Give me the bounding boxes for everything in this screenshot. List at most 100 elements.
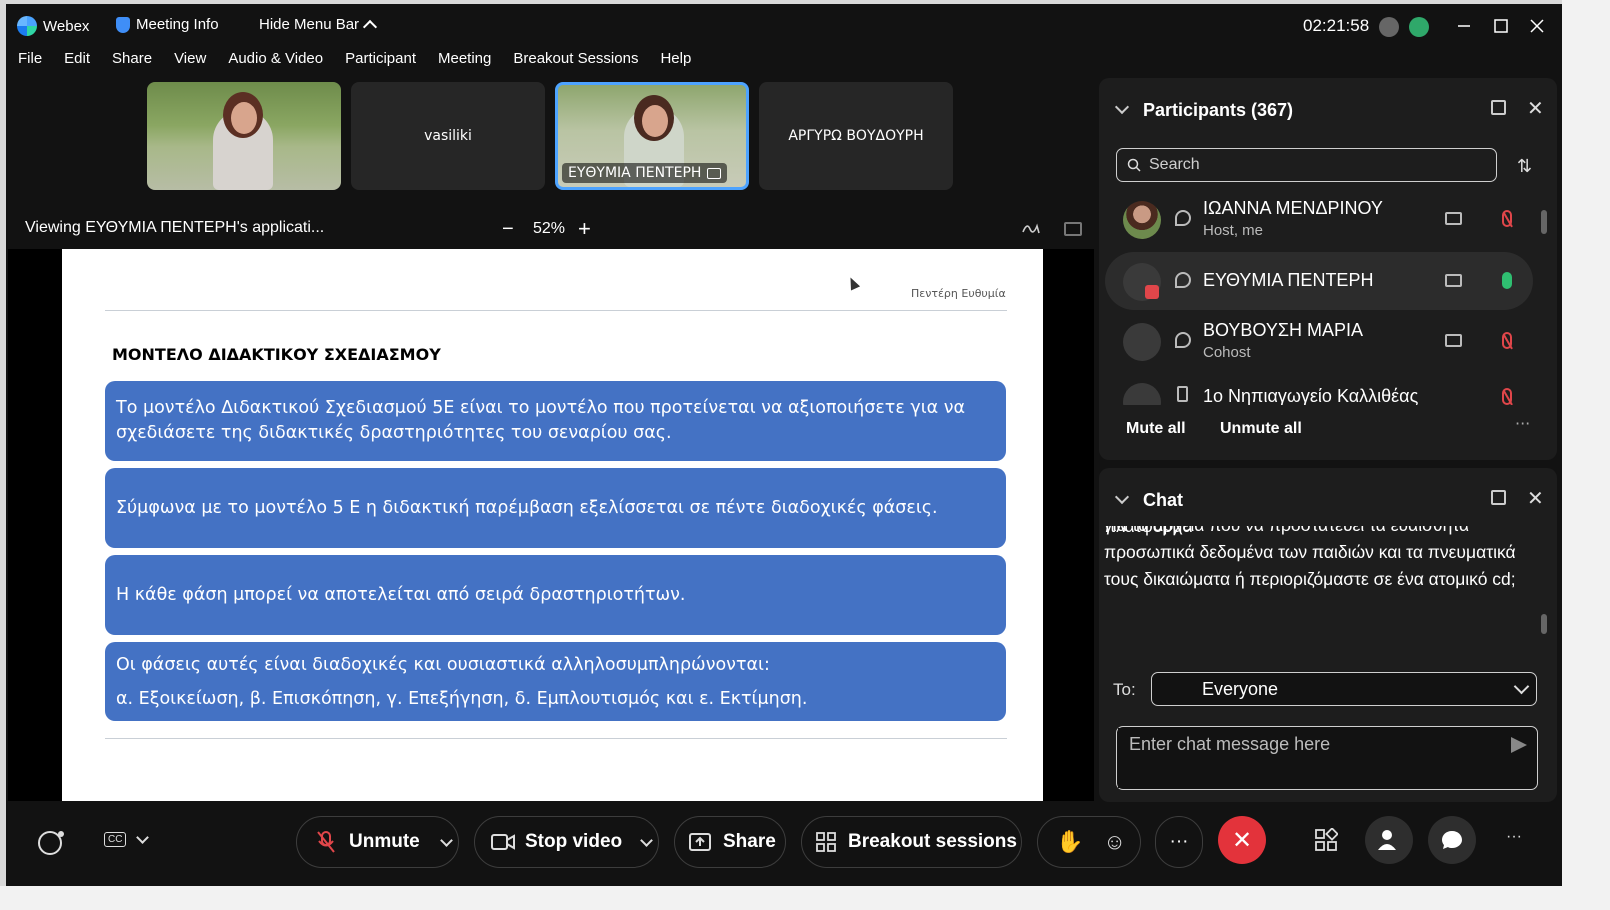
sort-icon[interactable]: ⇅ [1517,156,1532,177]
popout-icon[interactable] [1491,490,1506,505]
slide-text-box: Οι φάσεις αυτές είναι διαδοχικές και ουσ… [105,642,1006,721]
mic-muted-icon[interactable] [1502,332,1512,349]
slide-text-box: Το μοντέλο Διδακτικού Σχεδιασμού 5Ε είνα… [105,381,1006,461]
captions-button[interactable]: CC [104,830,150,847]
participant-name: ΕΥΘΥΜΙΑ ΠΕΝΤΕΡΗ [1203,270,1374,290]
collapse-chevron-icon[interactable] [1114,489,1130,505]
zoom-out-button[interactable]: − [502,218,514,241]
phone-icon [1177,386,1188,402]
zoom-level: 52% [533,220,566,237]
breakout-sessions-button[interactable]: Breakout sessions [801,816,1022,868]
mic-muted-icon[interactable] [1502,388,1512,405]
slide-author: Πεντέρη Ευθυμία [911,287,1006,300]
participant-row[interactable]: ΙΩΑΝΝΑ ΜΕΝΔΡΙΝΟΥ Host, me [1105,190,1533,248]
avatar [1123,323,1161,361]
slide-text: Οι φάσεις αυτές είναι διαδοχικές και ουσ… [116,654,770,675]
unmute-all-button[interactable]: Unmute all [1220,420,1302,438]
webex-window: Webex Meeting Info Hide Menu Bar 02:21:5… [6,4,1562,886]
video-thumbnail[interactable]: vasiliki [351,82,545,190]
chat-input[interactable] [1118,728,1498,788]
chat-input-box[interactable] [1116,726,1538,790]
participant-search[interactable] [1116,148,1497,182]
participant-row[interactable]: ΒΟΥΒΟΥΣΗ ΜΑΡΙΑ Cohost [1105,312,1533,370]
more-options-button[interactable]: ··· [1155,816,1203,868]
mic-on-icon[interactable] [1502,272,1512,289]
participant-role: Cohost [1203,344,1251,361]
headset-icon [1175,272,1191,288]
menu-share[interactable]: Share [99,50,161,76]
title-bar: Webex Meeting Info Hide Menu Bar 02:21:5… [6,4,1562,48]
close-window-icon[interactable] [1525,14,1549,38]
participant-video-face [231,102,257,134]
more-options-button[interactable]: ··· [1515,414,1530,433]
send-icon[interactable] [1511,737,1527,753]
menu-meeting[interactable]: Meeting [425,50,500,76]
slide-text: Σύμφωνα με το μοντέλο 5 Ε η διδακτική πα… [116,497,938,518]
menu-participant[interactable]: Participant [332,50,425,76]
participant-row[interactable]: ΕΥΘΥΜΙΑ ΠΕΝΤΕΡΗ [1105,252,1533,310]
security-key-icon[interactable] [1379,17,1399,37]
minimize-icon[interactable] [1452,14,1476,38]
search-icon [1127,158,1141,172]
camera-icon[interactable] [1445,274,1462,287]
status-ring-icon[interactable] [36,828,66,858]
chat-messages: αξιολόγησης; Υπάρχει ασφαλής ηλεκτρονική… [1099,526,1539,658]
hide-menu-bar-button[interactable]: Hide Menu Bar [259,16,378,35]
chevron-down-icon [439,833,453,847]
participant-name: ΙΩΑΝΝΑ ΜΕΝΔΡΙΝΟΥ [1203,198,1383,218]
search-input[interactable] [1149,156,1469,174]
more-panels-icon[interactable]: ··· [1506,828,1522,846]
camera-icon[interactable] [1445,334,1462,347]
participant-name: 1ο Νηπιαγωγείο Καλλιθέας [1203,386,1419,405]
viewing-label: Viewing ΕΥΘΥΜΙΑ ΠΕΝΤΕΡΗ's applicati... [25,219,325,236]
presentation-slide: Πεντέρη Ευθυμία ΜΟΝΤΕΛΟ ΔΙΔΑΚΤΙΚΟΥ ΣΧΕΔΙ… [62,249,1043,801]
chat-scrollbar-thumb[interactable] [1541,614,1547,634]
video-thumbnail[interactable] [147,82,341,190]
participants-title: Participants (367) [1143,100,1294,120]
collapse-chevron-icon[interactable] [1114,99,1130,115]
slide-divider [105,738,1007,739]
camera-icon [491,834,515,850]
network-stats-icon[interactable] [1409,17,1429,37]
share-button[interactable]: Share [674,816,786,868]
slide-text-box: Η κάθε φάση μπορεί να αποτελείται από σε… [105,555,1006,635]
popout-icon[interactable] [1491,100,1506,115]
camera-icon[interactable] [1445,212,1462,225]
recipient-select[interactable]: Everyone [1151,672,1537,706]
zoom-in-button[interactable]: + [578,216,591,242]
close-icon[interactable]: ✕ [1527,486,1544,510]
menu-edit[interactable]: Edit [51,50,99,76]
raise-hand-icon[interactable]: ✋ [1056,829,1083,855]
video-thumbnail[interactable]: ΑΡΓΥΡΩ ΒΟΥΔΟΥΡΗ [759,82,953,190]
video-thumbnail-active[interactable]: ΕΥΘΥΜΙΑ ΠΕΝΤΕΡΗ [555,82,749,190]
unmute-button[interactable]: Unmute [296,816,459,868]
chat-button[interactable] [1428,816,1476,864]
meeting-info-button[interactable]: Meeting Info [116,16,219,33]
avatar [1123,383,1161,405]
menu-file[interactable]: File [6,50,51,76]
chat-panel: Chat ✕ αξιολόγησης; Υπάρχει ασφαλής ηλεκ… [1099,468,1557,802]
breakout-icon [816,832,836,852]
slide-divider [105,310,1007,311]
participants-button[interactable] [1365,816,1413,864]
screen-options-icon[interactable] [1064,222,1082,236]
to-label: To: [1113,680,1136,699]
participant-scrollbar-thumb[interactable] [1541,210,1547,234]
stop-video-button[interactable]: Stop video [474,816,659,868]
apps-icon[interactable] [1314,828,1338,852]
close-icon[interactable]: ✕ [1527,96,1544,120]
menu-help[interactable]: Help [647,50,700,76]
mic-muted-icon[interactable] [1502,210,1512,227]
annotate-icon[interactable] [1021,220,1041,236]
menu-breakout-sessions[interactable]: Breakout Sessions [500,50,647,76]
mute-all-button[interactable]: Mute all [1126,420,1186,438]
menu-view[interactable]: View [161,50,215,76]
share-screen-icon [689,833,711,851]
avatar [1123,201,1161,239]
menu-audio-video[interactable]: Audio & Video [215,50,332,76]
end-meeting-button[interactable]: ✕ [1218,816,1266,864]
maximize-icon[interactable] [1489,14,1513,38]
participant-row[interactable]: 1ο Νηπιαγωγείο Καλλιθέας [1105,372,1533,405]
end-call-icon: ✕ [1231,826,1253,854]
reactions-icon[interactable]: ☺ [1103,829,1125,855]
